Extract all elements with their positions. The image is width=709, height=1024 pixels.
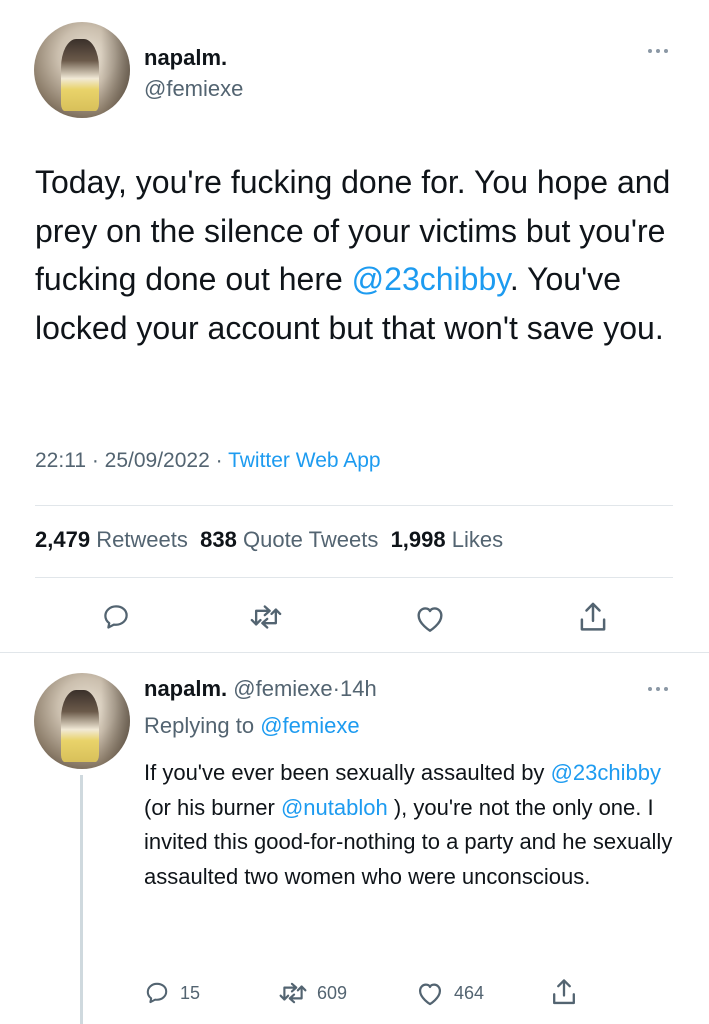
- more-options-icon[interactable]: [648, 46, 676, 56]
- mention-link[interactable]: @23chibby: [352, 261, 510, 297]
- reply-more-options-icon[interactable]: [648, 684, 676, 694]
- quotes-label: Quote Tweets: [242, 527, 379, 552]
- reply-text-part1: If you've ever been sexually assaulted b…: [144, 760, 551, 785]
- share-icon: [580, 602, 606, 631]
- avatar-shadow: [101, 673, 130, 769]
- likes-count: 1,998: [390, 527, 446, 552]
- tweet-text: Today, you're fucking done for. You hope…: [35, 158, 675, 352]
- meta-separator: ·: [209, 449, 229, 472]
- replying-handle[interactable]: @femiexe: [260, 713, 359, 738]
- reply-button[interactable]: [101, 602, 131, 632]
- tweet-source[interactable]: Twitter Web App: [228, 449, 381, 472]
- tweet-meta: 22:11 · 25/09/2022 · Twitter Web App: [35, 449, 381, 473]
- avatar-shadow: [101, 22, 130, 118]
- avatar-figure: [60, 39, 100, 112]
- quotes-count: 838: [200, 527, 237, 552]
- divider: [35, 577, 673, 578]
- tweet-stats: 2,479 Retweets 838 Quote Tweets 1,998 Li…: [35, 527, 503, 553]
- like-icon: [417, 607, 443, 632]
- mention-link-chibby[interactable]: @23chibby: [551, 760, 661, 785]
- author-handle[interactable]: @femiexe: [144, 76, 243, 102]
- like-count: 464: [454, 982, 485, 1003]
- reply-display-name[interactable]: napalm.: [144, 676, 227, 701]
- retweet-icon: [279, 982, 307, 1004]
- tweet-detail-page: napalm. @femiexe Today, you're fucking d…: [0, 0, 709, 1024]
- reply-icon: [104, 605, 128, 629]
- thread-line: [80, 775, 83, 1024]
- reply-like-button[interactable]: 464: [416, 980, 484, 1006]
- share-icon: [553, 979, 575, 1005]
- share-button[interactable]: [578, 600, 608, 634]
- quotes-stat[interactable]: 838 Quote Tweets: [200, 527, 378, 552]
- retweet-count: 609: [317, 982, 348, 1003]
- avatar[interactable]: [34, 22, 130, 118]
- retweets-count: 2,479: [35, 527, 91, 552]
- retweet-button[interactable]: [250, 603, 282, 631]
- like-button[interactable]: [414, 603, 446, 633]
- tweet-time[interactable]: 22:11: [35, 449, 86, 472]
- reply-age[interactable]: 14h: [340, 676, 377, 701]
- author-display-name[interactable]: napalm.: [144, 45, 227, 71]
- reply-dot: ·: [332, 676, 340, 701]
- reply-reply-button[interactable]: 15: [144, 980, 200, 1006]
- mention-link-nutabloh[interactable]: @nutabloh: [281, 795, 388, 820]
- reply-text-part2: (or his burner: [144, 794, 281, 820]
- replying-to: Replying to @femiexe: [144, 713, 360, 739]
- avatar-figure: [60, 690, 100, 763]
- tweet-date[interactable]: 25/09/2022: [105, 449, 210, 472]
- retweets-stat[interactable]: 2,479 Retweets: [35, 527, 188, 552]
- reply-header: napalm. @femiexe·14h: [144, 676, 377, 702]
- reply-share-button[interactable]: [551, 977, 577, 1007]
- reply-retweet-button[interactable]: 609: [279, 981, 347, 1005]
- replying-label: Replying to: [144, 713, 261, 738]
- retweets-label: Retweets: [96, 527, 188, 552]
- reply-icon: [146, 982, 168, 1004]
- reply-text: If you've ever been sexually assaulted b…: [144, 756, 674, 894]
- reply-handle[interactable]: @femiexe: [233, 676, 332, 701]
- divider: [35, 505, 673, 506]
- reply-avatar[interactable]: [34, 673, 130, 769]
- retweet-icon: [250, 605, 282, 629]
- main-tweet: napalm. @femiexe Today, you're fucking d…: [0, 0, 709, 652]
- tweet-separator: [0, 652, 709, 653]
- reply-count: 15: [180, 982, 201, 1003]
- like-icon: [418, 983, 442, 1006]
- likes-stat[interactable]: 1,998 Likes: [391, 527, 504, 552]
- meta-separator: ·: [86, 449, 105, 472]
- likes-label: Likes: [451, 527, 504, 552]
